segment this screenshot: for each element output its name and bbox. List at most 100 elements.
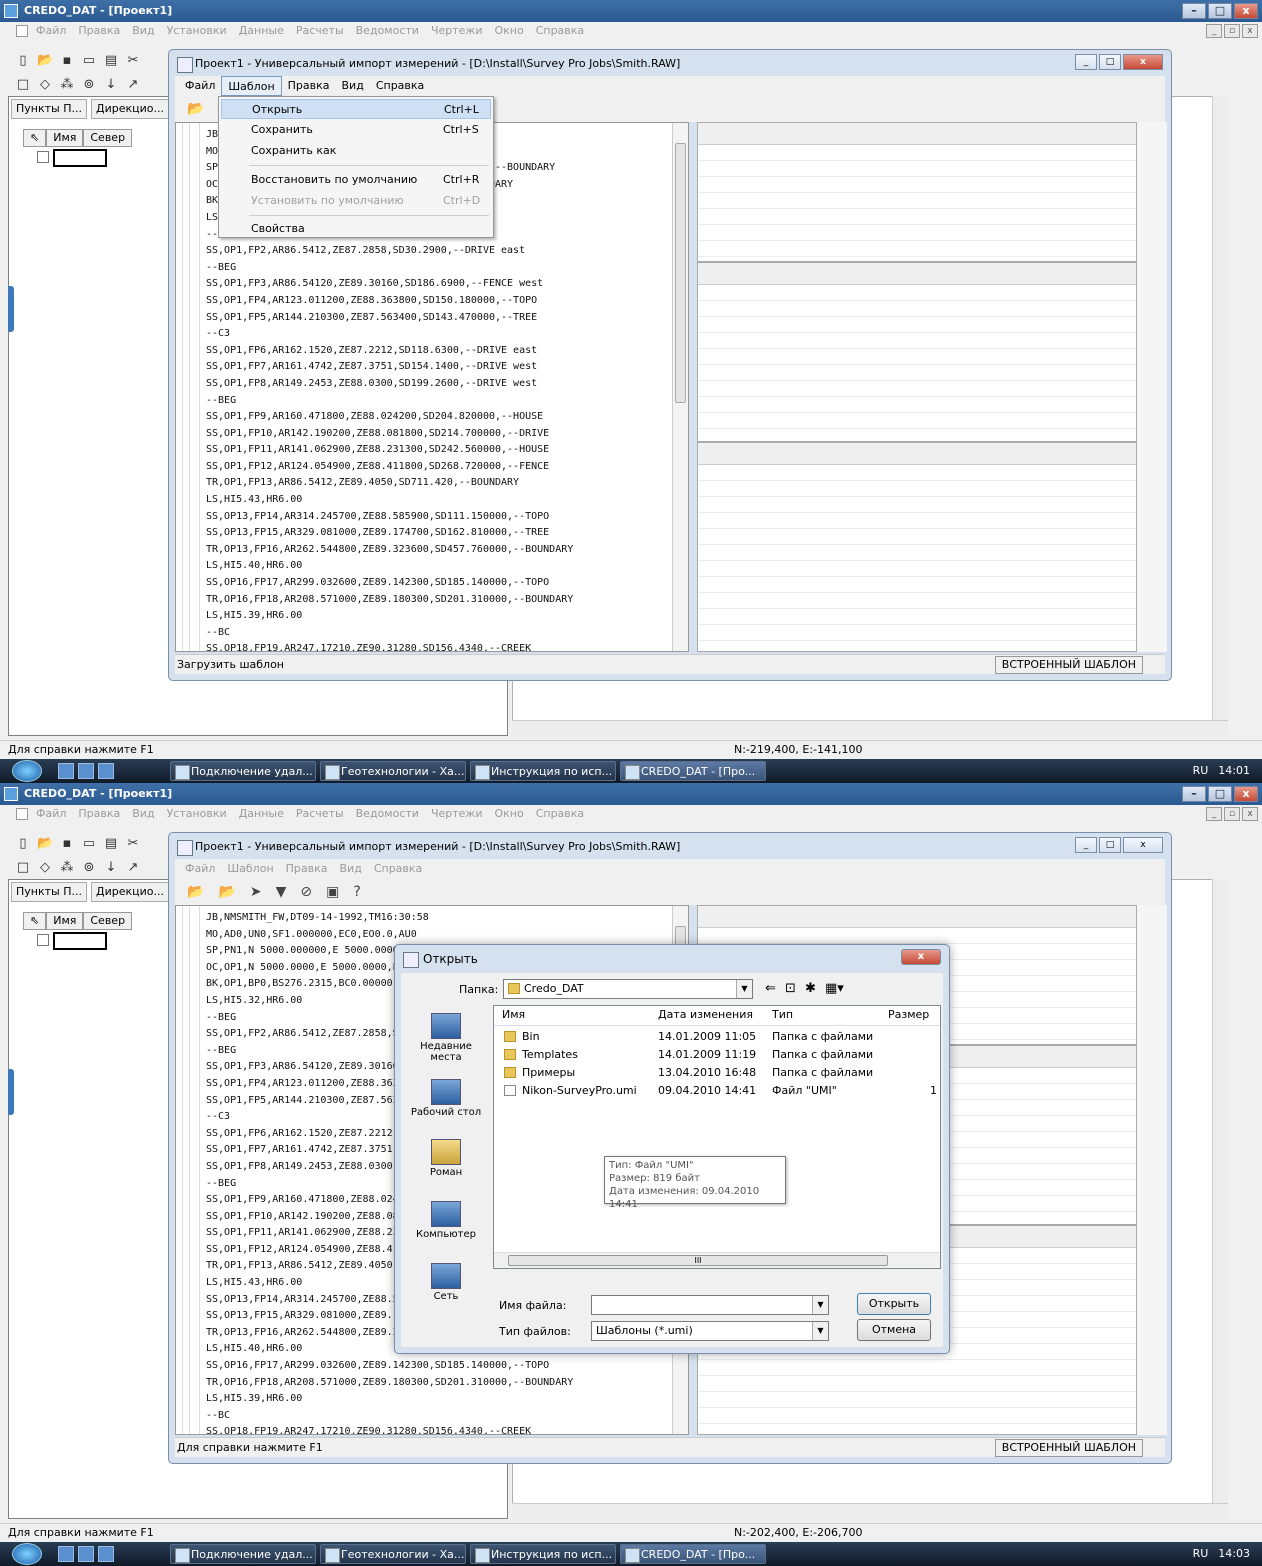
tab-points[interactable]: Пункты П... (11, 99, 87, 119)
file-list[interactable]: Имя Дата изменения Тип Размер Bin 14.01.2… (493, 1005, 941, 1269)
menu-item-set-default[interactable]: Установить по умолчанию Ctrl+D (221, 191, 491, 211)
side-handle[interactable] (8, 1069, 14, 1115)
print-preview-icon[interactable]: ▭ (80, 834, 98, 852)
new-file-icon[interactable]: ▯ (14, 834, 32, 852)
file-row[interactable]: Templates 14.01.2009 11:19 Папка с файлами (494, 1046, 940, 1064)
cancel-button[interactable]: Отмена (857, 1319, 931, 1341)
menu-reports[interactable]: Ведомости (356, 805, 419, 823)
print-icon[interactable]: ▤ (102, 51, 120, 69)
grid-header-name[interactable]: Имя (46, 912, 84, 930)
dialog-close-button[interactable]: x (901, 949, 941, 965)
lang-indicator[interactable]: RU (1193, 759, 1209, 783)
tab-points[interactable]: Пункты П... (11, 882, 87, 902)
menu-item-restore-default[interactable]: Восстановить по умолчанию Ctrl+R (221, 170, 491, 190)
menu-view[interactable]: Вид (132, 22, 154, 40)
preview-pane-2[interactable] (697, 262, 1137, 442)
mdi-restore-button[interactable]: ▫ (1224, 24, 1240, 38)
grid-pointer-icon[interactable]: ⇖ (23, 129, 47, 147)
new-file-icon[interactable]: ▯ (14, 51, 32, 69)
start-button[interactable] (12, 760, 42, 782)
run-arrow-icon[interactable]: ➤ (250, 884, 262, 900)
cut-icon[interactable]: ✂ (124, 51, 142, 69)
maximize-button[interactable]: □ (1208, 3, 1232, 19)
points-icon[interactable]: ⁂ (58, 858, 76, 876)
imenu-template[interactable]: Шаблон (221, 859, 279, 879)
menu-window[interactable]: Окно (494, 22, 523, 40)
forbid-icon[interactable]: ⊘ (300, 884, 312, 900)
quicklaunch-icon[interactable] (78, 763, 94, 779)
rect-icon[interactable]: □ (14, 75, 32, 93)
menu-help[interactable]: Справка (536, 805, 584, 823)
close-button[interactable]: x (1234, 3, 1258, 19)
sort-icon[interactable]: ↓ (102, 858, 120, 876)
grid-header-name[interactable]: Имя (46, 129, 84, 147)
task-credo[interactable]: CREDO_DAT - [Про... (620, 1544, 766, 1564)
col-size[interactable]: Размер (888, 1008, 929, 1021)
menu-settings[interactable]: Установки (167, 805, 227, 823)
row-checkbox[interactable] (37, 934, 49, 946)
place-computer[interactable]: Компьютер (407, 1201, 485, 1240)
mdi-minimize-button[interactable]: _ (1206, 24, 1222, 38)
task-manual[interactable]: Инструкция по исп... (470, 1544, 616, 1564)
binoculars-icon[interactable]: ⊚ (80, 858, 98, 876)
clock[interactable]: 14:01 (1218, 759, 1250, 783)
name-cell-editor[interactable] (53, 932, 107, 950)
save-icon[interactable]: ▪ (58, 834, 76, 852)
menu-file[interactable]: Файл (36, 805, 66, 823)
ie-icon[interactable] (98, 763, 114, 779)
task-geotech[interactable]: Геотехнологии - Ха... (320, 761, 466, 781)
grid-pointer-icon[interactable]: ⇖ (23, 912, 47, 930)
up-folder-icon[interactable]: ⊡ (785, 981, 796, 996)
menu-edit[interactable]: Правка (78, 22, 120, 40)
back-icon[interactable]: ⇐ (765, 981, 776, 996)
minimize-button[interactable]: – (1182, 3, 1206, 19)
cut-icon[interactable]: ✂ (124, 834, 142, 852)
menu-settings[interactable]: Установки (167, 22, 227, 40)
imenu-file[interactable]: Файл (179, 859, 221, 879)
inner-close-button[interactable]: x (1123, 837, 1163, 853)
quicklaunch-icon[interactable] (78, 1546, 94, 1562)
imenu-view[interactable]: Вид (336, 76, 370, 96)
text-scrollbar[interactable] (672, 123, 688, 651)
new-folder-icon[interactable]: ✱ (805, 981, 816, 996)
open-folder-icon[interactable]: 📂 (36, 51, 54, 69)
close-button[interactable]: x (1234, 786, 1258, 802)
mdi-close-button[interactable]: x (1242, 24, 1258, 38)
task-credo[interactable]: CREDO_DAT - [Про... (620, 761, 766, 781)
menu-item-open[interactable]: Открыть Ctrl+L (221, 99, 491, 119)
place-network[interactable]: Сеть (407, 1263, 485, 1302)
menu-calc[interactable]: Расчеты (296, 805, 344, 823)
col-type[interactable]: Тип (772, 1008, 793, 1021)
inner-maximize-button[interactable]: □ (1099, 837, 1121, 853)
side-handle[interactable] (8, 286, 14, 332)
polygon-icon[interactable]: ◇ (36, 75, 54, 93)
tab-directions[interactable]: Дирекцио... (90, 99, 169, 119)
points-icon[interactable]: ⁂ (58, 75, 76, 93)
task-remote[interactable]: Подключение удал... (170, 761, 316, 781)
grid-header-north[interactable]: Север (83, 912, 133, 930)
menu-drawings[interactable]: Чертежи (431, 805, 483, 823)
maximize-button[interactable]: □ (1208, 786, 1232, 802)
main-horizontal-scrollbar[interactable] (512, 1503, 1228, 1519)
sort-icon[interactable]: ↓ (102, 75, 120, 93)
tab-directions[interactable]: Дирекцио... (90, 882, 169, 902)
main-vertical-scrollbar[interactable] (1212, 879, 1228, 1519)
filetype-select[interactable]: Шаблоны (*.umi) ▼ (591, 1321, 829, 1341)
task-geotech[interactable]: Геотехнологии - Ха... (320, 1544, 466, 1564)
imenu-template[interactable]: Шаблон (221, 76, 282, 96)
save-icon[interactable]: ▪ (58, 51, 76, 69)
imenu-help[interactable]: Справка (370, 76, 430, 96)
file-row[interactable]: Bin 14.01.2009 11:05 Папка с файлами (494, 1028, 940, 1046)
mdi-restore-button[interactable]: ▫ (1224, 807, 1240, 821)
inner-minimize-button[interactable]: _ (1075, 837, 1097, 853)
mdi-icon[interactable] (16, 25, 28, 37)
preview-pane-3[interactable] (697, 442, 1137, 652)
rect-icon[interactable]: □ (14, 858, 32, 876)
file-row[interactable]: Nikon-SurveyPro.umi 09.04.2010 14:41 Файл … (494, 1082, 940, 1100)
folder-combo[interactable]: Credo_DAT ▼ (503, 979, 753, 999)
imenu-help[interactable]: Справка (368, 859, 428, 879)
mdi-minimize-button[interactable]: _ (1206, 807, 1222, 821)
menu-help[interactable]: Справка (536, 22, 584, 40)
mdi-close-button[interactable]: x (1242, 807, 1258, 821)
print-icon[interactable]: ▤ (102, 834, 120, 852)
